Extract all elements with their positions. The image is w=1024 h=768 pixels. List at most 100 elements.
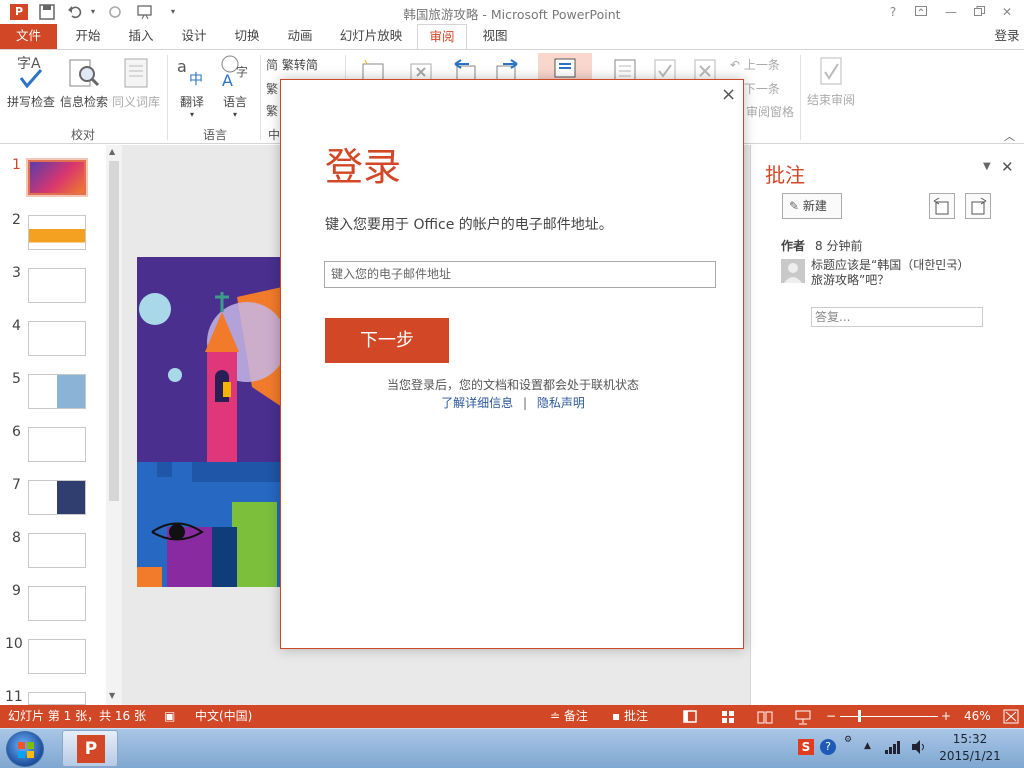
notes-button[interactable]: ≐ 备注: [550, 705, 588, 728]
svg-text:字: 字: [236, 64, 248, 79]
slide-thumbnail[interactable]: [28, 321, 86, 356]
scroll-down-icon[interactable]: ▼: [109, 691, 115, 700]
tab-home[interactable]: 开始: [64, 24, 112, 49]
thesaurus-label: 同义词库: [111, 95, 160, 109]
thumbnail-number: 5: [12, 371, 21, 387]
thesaurus-button[interactable]: 同义词库: [110, 54, 162, 110]
thumbnail-number: 6: [12, 424, 21, 440]
slide-thumbnail[interactable]: [28, 692, 86, 705]
restore-icon[interactable]: [968, 3, 990, 21]
pane-options-icon[interactable]: ▼: [983, 161, 991, 172]
slide-counter[interactable]: 幻灯片 第 1 张，共 16 张: [8, 705, 146, 728]
tab-file[interactable]: 文件: [0, 24, 57, 49]
reading-view-icon[interactable]: [756, 705, 774, 728]
slide-thumbnail[interactable]: [28, 639, 86, 674]
language-dropdown-icon: ▾: [232, 110, 237, 119]
tab-insert[interactable]: 插入: [117, 24, 165, 49]
slide-thumbnail[interactable]: [28, 427, 86, 462]
language-button[interactable]: A字 语言 ▾: [214, 54, 256, 119]
slide-thumbnail[interactable]: [28, 160, 86, 195]
new-comment-label: 新建: [802, 199, 827, 213]
spell-check-button[interactable]: 字A 拼写检查: [4, 54, 58, 110]
thumbnail-number: 9: [12, 583, 21, 599]
next-button[interactable]: 下一步: [325, 318, 449, 363]
ribbon-separator: [800, 55, 801, 140]
translate-button[interactable]: a中 翻译 ▾: [172, 54, 212, 119]
email-field[interactable]: 键入您的电子邮件地址: [324, 261, 716, 288]
trad-to-simp-label: 繁转简: [281, 58, 318, 72]
help-button[interactable]: ?: [882, 3, 904, 21]
normal-view-icon[interactable]: [682, 705, 698, 728]
tab-slideshow[interactable]: 幻灯片放映: [329, 24, 413, 49]
show-hidden-icons-icon[interactable]: ▲: [864, 741, 871, 751]
research-button[interactable]: 信息检索: [58, 54, 110, 110]
volume-icon[interactable]: [910, 739, 928, 755]
zoom-level[interactable]: 46%: [964, 705, 991, 728]
slide-thumbnail[interactable]: [28, 215, 86, 250]
tray-settings-icon[interactable]: ⚙: [844, 735, 852, 745]
end-review-button[interactable]: 结束审阅: [804, 54, 858, 108]
close-window-icon[interactable]: ✕: [996, 3, 1018, 21]
minimize-icon[interactable]: —: [940, 3, 962, 21]
language-status[interactable]: 中文(中国): [195, 705, 252, 728]
scroll-up-icon[interactable]: ▲: [109, 147, 115, 156]
tab-review[interactable]: 审阅: [417, 24, 467, 50]
tab-animations[interactable]: 动画: [276, 24, 324, 49]
translate-dropdown-icon: ▾: [189, 110, 194, 119]
comments-pane: 批注 ▼ ✕ ✎ 新建 作者 8 分钟前 标题应该是“韩国（대한민국）旅游攻略”…: [750, 145, 1024, 705]
comments-button[interactable]: ▪ 批注: [612, 705, 648, 728]
previous-change-label: 上一条: [743, 58, 780, 72]
close-pane-icon[interactable]: ✕: [1001, 158, 1014, 176]
tab-view[interactable]: 视图: [472, 24, 518, 49]
previous-comment-pane-button[interactable]: [929, 193, 955, 219]
language-label: 语言: [222, 95, 247, 109]
zoom-in-icon[interactable]: +: [941, 705, 951, 728]
clock-date[interactable]: 2015/1/21: [932, 749, 1008, 763]
title-bar: P ▾ ▾ 韩国旅游攻略 - Microsoft PowerPoint ? — …: [0, 0, 1024, 24]
reply-input[interactable]: 答复...: [811, 307, 983, 327]
slide-thumbnail[interactable]: [28, 533, 86, 568]
spelling-status-icon[interactable]: ▣: [164, 705, 175, 728]
status-bar: 幻灯片 第 1 张，共 16 张 ▣ 中文(中国) ≐ 备注 ▪ 批注 − + …: [0, 705, 1024, 728]
clock-time[interactable]: 15:32: [940, 732, 1000, 746]
taskbar-powerpoint-button[interactable]: P: [62, 730, 118, 767]
zoom-out-icon[interactable]: −: [826, 705, 836, 728]
learn-more-link[interactable]: 了解详细信息: [441, 396, 513, 410]
new-comment-button[interactable]: ✎ 新建: [782, 193, 842, 219]
research-label: 信息检索: [59, 95, 108, 109]
next-comment-pane-button[interactable]: [965, 193, 991, 219]
trad-to-simp-button[interactable]: 简 繁转简: [266, 56, 330, 73]
collapse-ribbon-icon[interactable]: ︿: [1004, 128, 1015, 144]
thumbnails-scrollbar[interactable]: ▲ ▼: [106, 145, 122, 705]
slide-thumbnail[interactable]: [28, 268, 86, 303]
next-comment-pane-icon: [971, 197, 987, 215]
tab-transitions[interactable]: 切换: [223, 24, 271, 49]
zoom-slider-thumb[interactable]: [858, 710, 861, 722]
privacy-link[interactable]: 隐私声明: [537, 396, 585, 410]
network-icon[interactable]: [884, 739, 902, 755]
dialog-title: 登录: [325, 145, 402, 189]
signin-link[interactable]: 登录: [990, 24, 1024, 49]
start-button[interactable]: [6, 731, 44, 767]
slide-sorter-icon[interactable]: [720, 705, 736, 728]
zoom-slider[interactable]: [840, 705, 938, 728]
reviewing-pane-button[interactable]: 审阅窗格: [746, 103, 802, 120]
thumbnail-number: 3: [12, 265, 21, 281]
powerpoint-app-icon: P: [77, 735, 105, 763]
ribbon-display-options-icon[interactable]: [910, 3, 932, 21]
tab-design[interactable]: 设计: [170, 24, 218, 49]
slide-thumbnail[interactable]: [28, 480, 86, 515]
previous-change-button[interactable]: ↶ 上一条: [730, 56, 790, 73]
slideshow-view-icon[interactable]: [794, 705, 812, 728]
dialog-close-button[interactable]: ×: [721, 84, 736, 105]
scroll-thumb[interactable]: [109, 161, 119, 501]
input-method-icon[interactable]: S: [798, 739, 814, 755]
fit-to-window-icon[interactable]: [1002, 705, 1020, 728]
help-tray-icon[interactable]: ?: [820, 739, 836, 755]
slide-thumbnail[interactable]: [28, 586, 86, 621]
slide-thumbnail[interactable]: [28, 374, 86, 409]
translate-icon: a中: [177, 57, 203, 88]
slide-artwork: [137, 257, 282, 587]
signin-note: 当您登录后，您的文档和设置都会处于联机状态: [386, 378, 639, 392]
comment-text[interactable]: 标题应该是“韩国（대한민국）旅游攻略”吧？: [811, 258, 979, 288]
